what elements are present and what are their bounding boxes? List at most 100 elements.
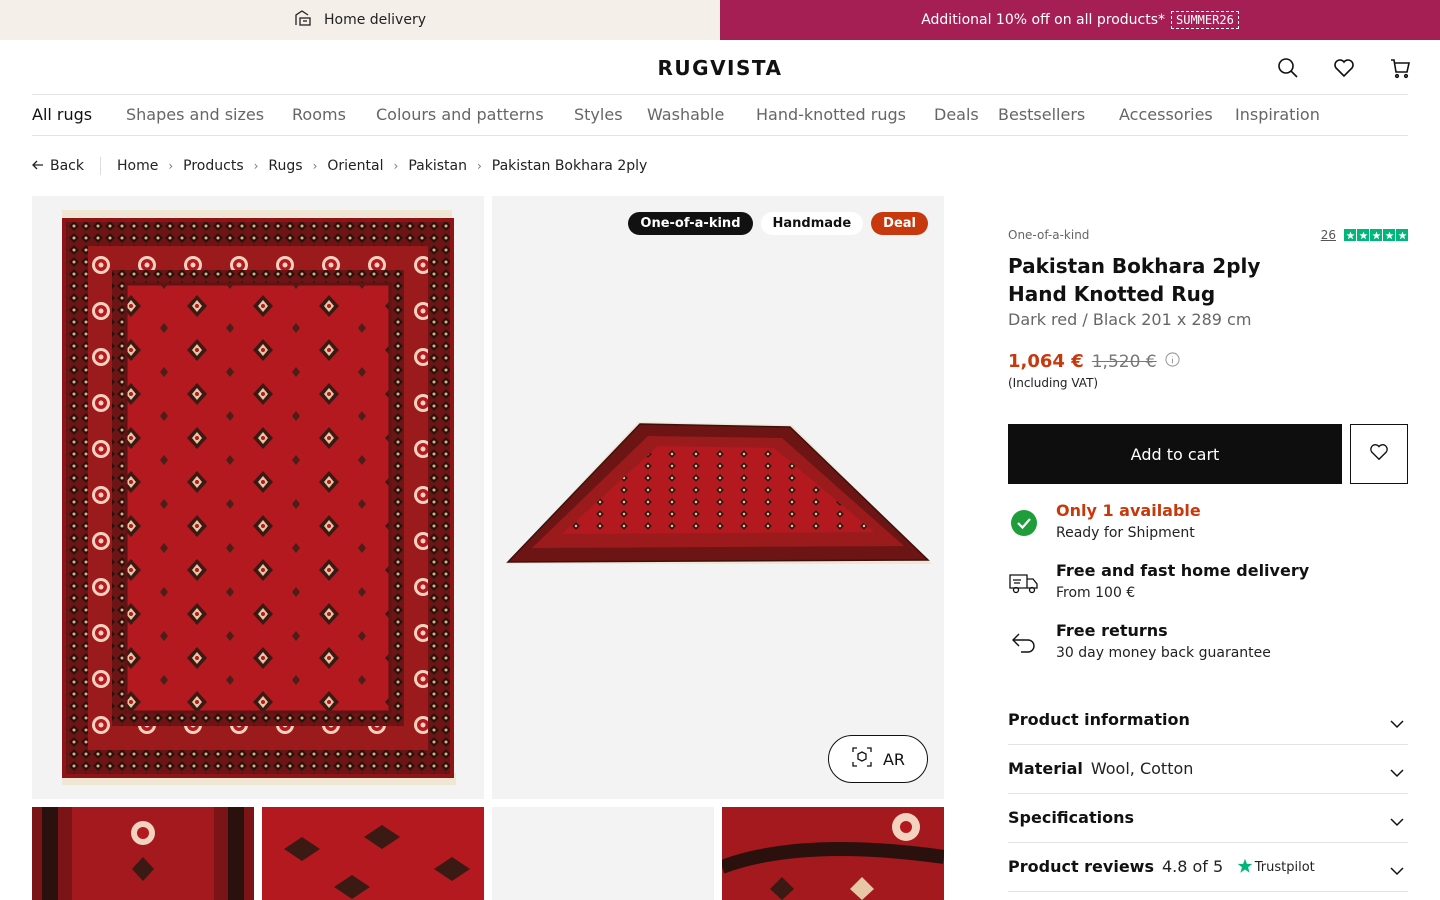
stock-title: Only 1 available	[1056, 501, 1201, 520]
vat-note: (Including VAT)	[1008, 376, 1099, 390]
main-nav: All rugs Shapes and sizes Rooms Colours …	[32, 94, 1408, 136]
chevron-right-icon: ›	[253, 159, 259, 173]
promo-banner[interactable]: Additional 10% off on all products* SUMM…	[720, 0, 1440, 40]
add-to-cart-button[interactable]: Add to cart	[1008, 424, 1342, 484]
original-price: 1,520 €	[1091, 351, 1157, 372]
star-icon	[1383, 229, 1395, 241]
ar-view-button[interactable]: AR	[828, 735, 928, 783]
nav-accessories[interactable]: Accessories	[1119, 105, 1213, 124]
badge-handmade: Handmade	[760, 212, 864, 235]
breadcrumb-pakistan[interactable]: Pakistan	[408, 158, 467, 174]
ar-cube-icon	[851, 746, 873, 772]
nav-hand-knotted-rugs[interactable]: Hand-knotted rugs	[756, 105, 906, 124]
product-eyebrow: One-of-a-kind	[1008, 228, 1090, 242]
chevron-right-icon: ›	[393, 159, 399, 173]
breadcrumb-current: Pakistan Bokhara 2ply	[491, 158, 648, 174]
material-label: Material	[1008, 759, 1083, 778]
nav-shapes-and-sizes[interactable]: Shapes and sizes	[126, 105, 264, 124]
breadcrumb-oriental[interactable]: Oriental	[327, 158, 383, 174]
heart-icon	[1369, 442, 1389, 466]
reviews-label: Product reviews	[1008, 857, 1154, 876]
product-title: Pakistan Bokhara 2ply Hand Knotted Rug	[1008, 252, 1308, 308]
accordion-product-reviews[interactable]: Product reviews 4.8 of 5 Trustpilot	[1008, 843, 1408, 892]
current-price: 1,064 €	[1008, 351, 1084, 372]
promo-code[interactable]: SUMMER26	[1171, 11, 1239, 29]
thumbnail-4[interactable]	[722, 807, 944, 900]
nav-bestsellers[interactable]: Bestsellers	[998, 105, 1085, 124]
accordion-product-information[interactable]: Product information	[1008, 696, 1408, 745]
ar-label: AR	[882, 749, 906, 769]
nav-rooms[interactable]: Rooms	[292, 105, 346, 124]
trustpilot-wordmark: Trustpilot	[1254, 860, 1315, 875]
breadcrumb-products[interactable]: Products	[183, 158, 243, 174]
nav-inspiration[interactable]: Inspiration	[1235, 105, 1320, 124]
chevron-down-icon	[1390, 812, 1404, 831]
accordion-label: Specifications	[1008, 808, 1134, 827]
top-banner: Home delivery Additional 10% off on all …	[0, 0, 1440, 40]
home-delivery-banner[interactable]: Home delivery	[0, 0, 720, 40]
delivery-title: Free and fast home delivery	[1056, 561, 1310, 580]
product-image-main[interactable]	[32, 196, 484, 799]
rating-summary[interactable]: 26	[1321, 228, 1408, 242]
thumbnail-2[interactable]	[262, 807, 484, 900]
site-logo[interactable]: RUGVISTA	[0, 56, 1440, 80]
material-value: Wool, Cotton	[1090, 759, 1194, 778]
trustpilot-stars	[1344, 229, 1408, 241]
home-delivery-label: Home delivery	[323, 12, 426, 28]
accordion-label: Material Wool, Cotton	[1008, 759, 1193, 778]
breadcrumb: Back Home › Products › Rugs › Oriental ›…	[32, 157, 647, 175]
thumbnail-strip	[32, 807, 944, 900]
nav-washable[interactable]: Washable	[647, 105, 724, 124]
arrow-left-icon	[32, 158, 44, 174]
heart-icon[interactable]	[1332, 56, 1356, 80]
returns-subtitle: 30 day money back guarantee	[1056, 645, 1271, 661]
reviews-score: 4.8 of 5	[1161, 857, 1224, 876]
product-image-perspective[interactable]: One-of-a-kind Handmade Deal AR	[492, 196, 944, 799]
chevron-right-icon: ›	[476, 159, 482, 173]
product-title-line-2: Hand Knotted Rug	[1008, 282, 1216, 306]
return-arrow-icon	[1008, 627, 1040, 659]
star-icon	[1357, 229, 1369, 241]
rug-perspective-image	[506, 422, 932, 564]
badge-deal: Deal	[871, 212, 928, 235]
nav-colours-and-patterns[interactable]: Colours and patterns	[376, 105, 544, 124]
thumbnail-1[interactable]	[32, 807, 254, 900]
accordion-label: Product reviews 4.8 of 5 Trustpilot	[1008, 857, 1315, 878]
wishlist-button[interactable]	[1350, 424, 1408, 484]
accordion-label: Product information	[1008, 710, 1190, 729]
trustpilot-star-icon	[1237, 858, 1253, 878]
accordion-material[interactable]: Material Wool, Cotton	[1008, 745, 1408, 794]
stock-status: Only 1 available Ready for Shipment	[1008, 501, 1408, 545]
nav-deals[interactable]: Deals	[934, 105, 979, 124]
returns-title: Free returns	[1056, 621, 1168, 640]
product-subtitle: Dark red / Black 201 x 289 cm	[1008, 310, 1252, 329]
chevron-down-icon	[1390, 861, 1404, 880]
review-count-link[interactable]: 26	[1321, 228, 1336, 242]
promo-text: Additional 10% off on all products*	[921, 12, 1165, 28]
cart-icon[interactable]	[1388, 56, 1412, 80]
breadcrumb-home[interactable]: Home	[117, 158, 158, 174]
star-icon	[1370, 229, 1382, 241]
nav-styles[interactable]: Styles	[574, 105, 623, 124]
house-delivery-icon	[294, 9, 312, 31]
rug-top-view-image	[62, 210, 456, 785]
badge-one-of-a-kind: One-of-a-kind	[628, 212, 753, 235]
nav-all-rugs[interactable]: All rugs	[32, 105, 92, 124]
delivery-info: Free and fast home delivery From 100 €	[1008, 561, 1408, 605]
product-badges: One-of-a-kind Handmade Deal	[628, 212, 928, 235]
back-label: Back	[50, 158, 84, 174]
info-icon[interactable]	[1165, 352, 1180, 371]
back-button[interactable]: Back	[32, 157, 101, 175]
chevron-right-icon: ›	[312, 159, 318, 173]
chevron-right-icon: ›	[168, 159, 174, 173]
breadcrumb-rugs[interactable]: Rugs	[268, 158, 302, 174]
thumbnail-3[interactable]	[492, 807, 714, 900]
chevron-down-icon	[1390, 714, 1404, 733]
check-circle-icon	[1008, 507, 1040, 539]
delivery-subtitle: From 100 €	[1056, 585, 1136, 601]
accordion-specifications[interactable]: Specifications	[1008, 794, 1408, 843]
product-title-line-1: Pakistan Bokhara 2ply	[1008, 254, 1261, 278]
delivery-truck-icon	[1008, 567, 1040, 599]
search-icon[interactable]	[1276, 56, 1300, 80]
price-row: 1,064 € 1,520 €	[1008, 351, 1180, 372]
